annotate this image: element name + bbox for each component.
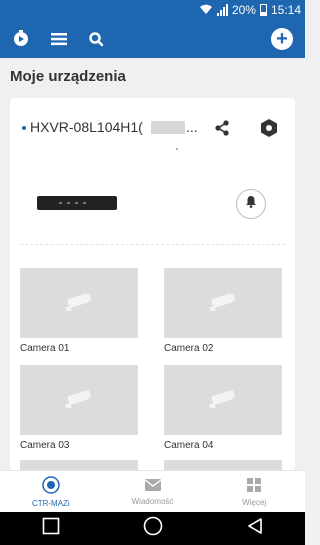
search-icon[interactable] xyxy=(88,31,104,47)
bell-icon xyxy=(245,195,257,213)
camera-icon xyxy=(206,388,240,413)
add-device-button[interactable]: + xyxy=(271,28,293,50)
home-button-icon[interactable] xyxy=(143,516,163,541)
alarm-bell-button[interactable] xyxy=(236,189,266,219)
camera-icon xyxy=(62,388,96,413)
camera-label: Camera 04 xyxy=(164,440,214,451)
nav-item-devices[interactable]: CTR-MAZi xyxy=(0,471,102,512)
recents-icon[interactable] xyxy=(42,517,60,540)
nav-item-label: Więcej xyxy=(242,497,267,507)
camera-tile[interactable]: Camera 04 xyxy=(164,365,282,451)
wifi-icon xyxy=(199,3,213,18)
nav-item-label: CTR-MAZi xyxy=(31,498,70,508)
camera-icon xyxy=(206,291,240,316)
camera-thumbnail xyxy=(164,268,282,338)
nav-item-label: Wiadomość xyxy=(131,496,174,506)
grid-icon xyxy=(246,477,262,495)
camera-label: Camera 03 xyxy=(20,440,70,451)
divider xyxy=(20,244,285,245)
home-icon xyxy=(42,475,60,496)
camera-thumbnail xyxy=(20,460,138,470)
camera-thumbnail xyxy=(20,268,138,338)
camera-thumbnail xyxy=(20,365,138,435)
nav-item-more[interactable]: Więcej xyxy=(203,471,305,512)
camera-label: Camera 01 xyxy=(20,343,70,354)
camera-tile[interactable]: Camera 01 xyxy=(20,268,138,354)
battery-icon xyxy=(259,4,267,16)
camera-tile[interactable]: Camera 02 xyxy=(164,268,282,354)
envelope-icon xyxy=(144,478,162,494)
system-navigation-bar xyxy=(0,512,305,545)
list-view-icon[interactable] xyxy=(50,31,68,47)
nvr-device-image xyxy=(37,196,117,210)
bottom-navigation: CTR-MAZi Wiadomość Więcej xyxy=(0,470,305,512)
app-toolbar: + xyxy=(0,20,305,58)
device-header[interactable]: HXVR-08L104H1( ... xyxy=(10,98,295,156)
device-name: HXVR-08L104H1( xyxy=(30,119,143,135)
camera-thumbnail xyxy=(164,460,282,470)
battery-percent: 20% xyxy=(231,3,256,17)
device-name-ellipsis: ... xyxy=(186,119,198,135)
device-settings-icon[interactable] xyxy=(260,118,278,143)
camera-icon xyxy=(62,291,96,316)
clock: 15:14 xyxy=(270,3,301,17)
online-status-dot xyxy=(22,126,26,130)
redacted-text xyxy=(151,121,185,134)
page-title: Moje urządzenia xyxy=(10,68,126,85)
playback-icon[interactable] xyxy=(12,30,30,48)
status-bar: 20% 15:14 xyxy=(0,0,305,20)
back-icon[interactable] xyxy=(246,517,264,540)
device-card: HXVR-08L104H1( ... Camera 01 Camera 02 C… xyxy=(10,98,295,470)
nav-item-messages[interactable]: Wiadomość xyxy=(102,471,204,512)
camera-label: Camera 02 xyxy=(164,343,214,354)
signal-icon xyxy=(216,4,228,16)
camera-thumbnail xyxy=(164,365,282,435)
camera-tile[interactable] xyxy=(20,460,138,470)
camera-tile[interactable] xyxy=(164,460,282,470)
share-icon[interactable] xyxy=(214,120,230,141)
camera-tile[interactable]: Camera 03 xyxy=(20,365,138,451)
